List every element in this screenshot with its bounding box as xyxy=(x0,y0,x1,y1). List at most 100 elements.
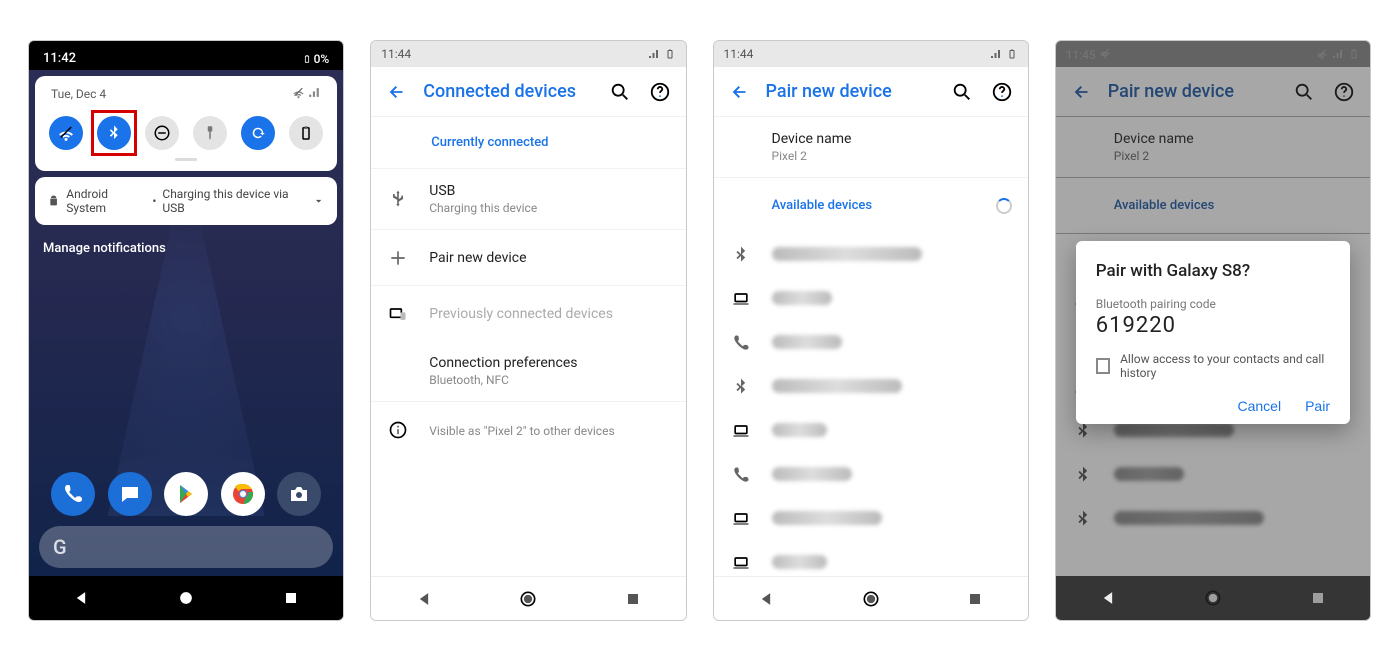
device-name-redacted xyxy=(772,423,827,437)
qs-tile-flashlight[interactable] xyxy=(193,116,227,150)
qs-tile-dnd[interactable] xyxy=(145,116,179,150)
app-phone[interactable] xyxy=(51,472,95,516)
device-row[interactable] xyxy=(714,409,1028,453)
qs-tile-autorotate[interactable] xyxy=(241,116,275,150)
quick-settings-panel: Tue, Dec 4 xyxy=(35,76,337,171)
app-chrome[interactable] xyxy=(221,472,265,516)
notif-app-name: Android System xyxy=(66,187,146,215)
pairing-dialog: Pair with Galaxy S8? Bluetooth pairing c… xyxy=(1076,241,1350,424)
app-bar: Pair new device xyxy=(714,67,1028,117)
nav-recents[interactable] xyxy=(623,589,643,609)
nav-back[interactable] xyxy=(71,588,91,608)
app-bar: Connected devices xyxy=(371,67,685,117)
phone-1-notification-shade: 11:42 0% Tue, Dec 4 xyxy=(28,40,344,621)
row-previously-connected[interactable]: Previously connected devices xyxy=(371,285,685,341)
qs-tile-battery-saver[interactable] xyxy=(289,116,323,150)
dialog-contacts-checkbox[interactable]: Allow access to your contacts and call h… xyxy=(1096,352,1330,380)
device-name-redacted xyxy=(772,335,842,349)
settings-list: Currently connected USBCharging this dev… xyxy=(371,117,685,576)
phone-3-pair-new-device: 11:44 Pair new device Device namePixel 2… xyxy=(713,40,1029,621)
row-pair-new-device[interactable]: Pair new device xyxy=(371,229,685,285)
bt-icon xyxy=(730,245,752,265)
settings-list: Device namePixel 2 Available devices xyxy=(714,117,1028,576)
dialog-pair-button[interactable]: Pair xyxy=(1305,398,1330,414)
page-title: Pair new device xyxy=(760,81,942,102)
app-play-store[interactable] xyxy=(164,472,208,516)
nav-home[interactable] xyxy=(176,588,196,608)
nav-recents[interactable] xyxy=(965,589,985,609)
dialog-title: Pair with Galaxy S8? xyxy=(1096,261,1330,281)
google-g-icon: G xyxy=(53,535,67,559)
row-visible-info: Visible as "Pixel 2" to other devices xyxy=(371,401,685,457)
dialog-cancel-button[interactable]: Cancel xyxy=(1238,398,1282,414)
app-messages[interactable] xyxy=(108,472,152,516)
nav-bar xyxy=(29,576,343,620)
device-row[interactable] xyxy=(714,541,1028,576)
device-row[interactable] xyxy=(714,277,1028,321)
help-button[interactable] xyxy=(982,72,1022,112)
qs-header: Tue, Dec 4 xyxy=(47,86,325,112)
notification-usb[interactable]: Android System • Charging this device vi… xyxy=(35,177,337,225)
laptop-icon xyxy=(730,553,752,573)
home-dock xyxy=(29,472,343,516)
bluetooth-tile-highlight xyxy=(91,110,137,156)
row-connection-preferences[interactable]: Connection preferencesBluetooth, NFC xyxy=(371,341,685,401)
usb-icon xyxy=(387,189,409,209)
nav-bar xyxy=(371,576,685,620)
search-button[interactable] xyxy=(942,72,982,112)
phone-icon xyxy=(730,333,752,353)
nav-recents[interactable] xyxy=(281,588,301,608)
help-button[interactable] xyxy=(640,72,680,112)
nav-home[interactable] xyxy=(861,589,881,609)
search-button[interactable] xyxy=(600,72,640,112)
dialog-actions: Cancel Pair xyxy=(1096,398,1330,414)
dialog-pairing-code: 619220 xyxy=(1096,313,1330,338)
laptop-icon xyxy=(730,421,752,441)
qs-drag-handle[interactable] xyxy=(175,158,197,161)
app-camera[interactable] xyxy=(277,472,321,516)
scanning-spinner xyxy=(996,198,1012,214)
device-name-redacted xyxy=(772,555,827,569)
android-icon xyxy=(47,194,60,208)
device-name-redacted xyxy=(772,291,832,305)
info-icon xyxy=(387,420,409,440)
device-row[interactable] xyxy=(714,321,1028,365)
home-search-bar[interactable]: G xyxy=(39,526,333,568)
nav-bar xyxy=(714,576,1028,620)
nav-back[interactable] xyxy=(414,589,434,609)
section-currently-connected: Currently connected xyxy=(371,117,685,168)
status-bar: 11:44 xyxy=(371,41,685,67)
device-name-redacted xyxy=(772,467,852,481)
device-row[interactable] xyxy=(714,233,1028,277)
qs-tile-wifi[interactable] xyxy=(49,116,83,150)
row-device-name[interactable]: Device namePixel 2 xyxy=(714,117,1028,177)
phone-4-pairing-dialog: 11:45 Pair new device Device namePixel 2 xyxy=(1055,40,1371,621)
device-name-redacted xyxy=(772,379,902,393)
status-battery: 0% xyxy=(302,52,330,66)
device-row[interactable] xyxy=(714,497,1028,541)
device-row[interactable] xyxy=(714,453,1028,497)
nav-back[interactable] xyxy=(1098,588,1118,608)
qs-date: Tue, Dec 4 xyxy=(51,87,106,101)
row-usb[interactable]: USBCharging this device xyxy=(371,168,685,229)
section-available-devices: Available devices xyxy=(714,177,1028,233)
chevron-down-icon[interactable] xyxy=(312,194,325,208)
qs-status-icons xyxy=(292,86,321,102)
signal-icon xyxy=(990,48,1002,60)
battery-icon xyxy=(1006,48,1018,60)
back-button[interactable] xyxy=(720,72,760,112)
status-time: 11:42 xyxy=(43,51,76,66)
status-icons xyxy=(990,48,1018,60)
device-name-redacted xyxy=(772,511,882,525)
manage-notifications-link[interactable]: Manage notifications xyxy=(29,225,343,272)
nav-home[interactable] xyxy=(518,589,538,609)
devices-icon xyxy=(387,304,409,324)
available-devices-list xyxy=(714,233,1028,576)
device-row[interactable] xyxy=(714,365,1028,409)
back-button[interactable] xyxy=(377,72,417,112)
device-name-redacted xyxy=(772,247,922,261)
laptop-icon xyxy=(730,289,752,309)
dialog-code-label: Bluetooth pairing code xyxy=(1096,297,1330,311)
nav-back[interactable] xyxy=(756,589,776,609)
phone-icon xyxy=(730,465,752,485)
